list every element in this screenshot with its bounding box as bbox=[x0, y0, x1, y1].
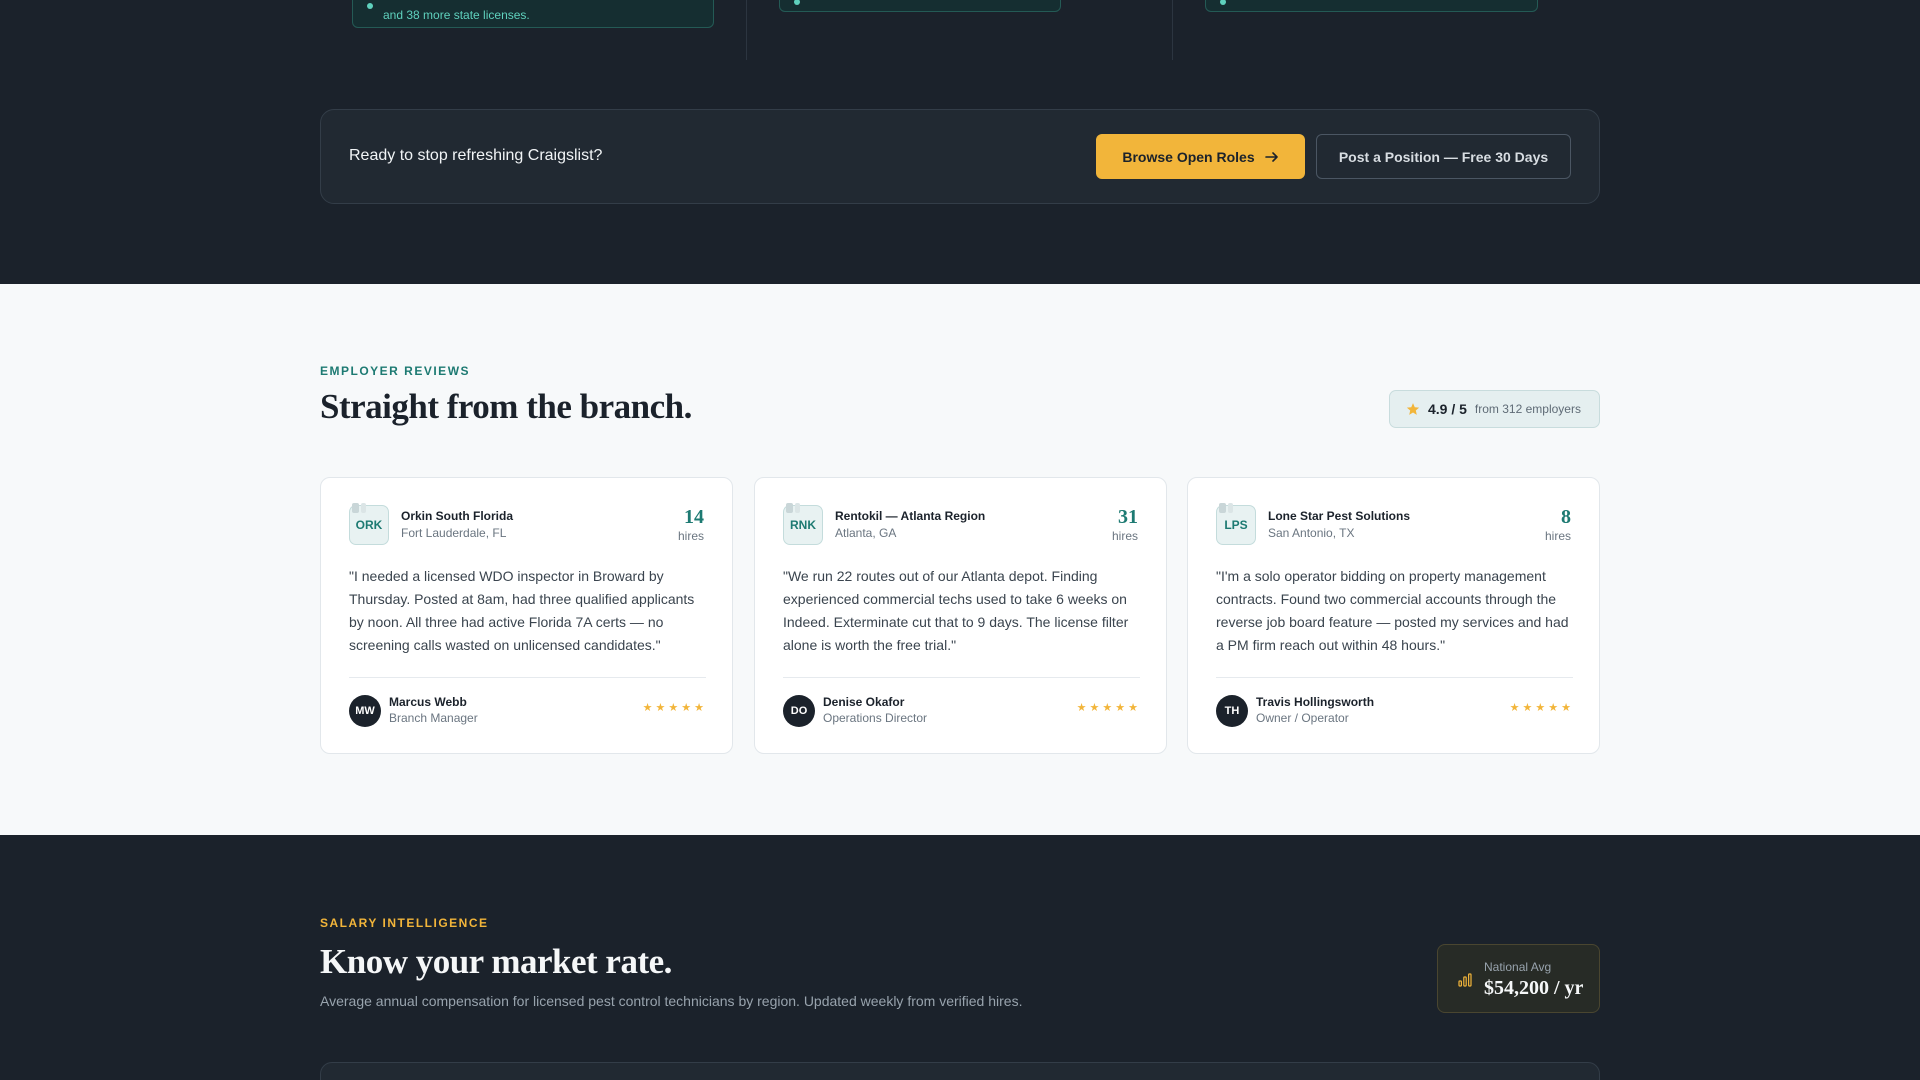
bullet-dot-icon bbox=[367, 3, 373, 9]
bullet-dot-icon bbox=[794, 0, 800, 5]
rating-summary: 4.9 / 5 from 312 employers bbox=[1389, 390, 1600, 428]
company-location: Atlanta, GA bbox=[835, 526, 897, 540]
company-logo: LPS bbox=[1216, 503, 1256, 545]
hires-count: 14 bbox=[684, 506, 704, 528]
review-card: RNK Rentokil — Atlanta Region Atlanta, G… bbox=[754, 477, 1167, 754]
review-quote: "I'm a solo operator bidding on property… bbox=[1216, 568, 1569, 653]
review-card: LPS Lone Star Pest Solutions San Antonio… bbox=[1187, 477, 1600, 754]
review-card: ORK Orkin South Florida Fort Lauderdale,… bbox=[320, 477, 733, 754]
salary-intelligence-section: SALARY INTELLIGENCE Know your market rat… bbox=[0, 835, 1920, 1080]
review-quote: "We run 22 routes out of our Atlanta dep… bbox=[783, 568, 1129, 653]
national-average-label: National Avg bbox=[1484, 960, 1552, 974]
company-name: Lone Star Pest Solutions bbox=[1268, 509, 1411, 523]
avatar: DO bbox=[783, 695, 815, 727]
feature-note bbox=[1205, 0, 1538, 12]
star-icon: ★ bbox=[655, 702, 666, 714]
hires-count: 31 bbox=[1118, 506, 1138, 528]
browse-open-roles-label: Browse Open Roles bbox=[1122, 148, 1255, 165]
reviewer-name: Travis Hollingsworth bbox=[1256, 695, 1375, 709]
star-rating: ★ ★ ★ ★ ★ bbox=[1510, 703, 1571, 714]
card-divider bbox=[1216, 677, 1573, 678]
rating-count: from 312 employers bbox=[1474, 402, 1581, 416]
card-divider bbox=[349, 677, 706, 678]
star-icon: ★ bbox=[1128, 702, 1138, 714]
star-icon: ★ bbox=[1102, 702, 1113, 714]
star-icon: ★ bbox=[1522, 702, 1533, 714]
reviewer-name: Denise Okafor bbox=[823, 695, 905, 709]
star-icon: ★ bbox=[668, 702, 679, 714]
reviewer-name: Marcus Webb bbox=[389, 695, 467, 709]
feature-note-text: and 38 more state licenses. bbox=[383, 8, 530, 22]
company-location: Fort Lauderdale, FL bbox=[401, 526, 507, 540]
star-icon: ★ bbox=[681, 702, 692, 714]
cta-text: Ready to stop refreshing Craigslist? bbox=[349, 147, 603, 164]
company-name: Rentokil — Atlanta Region bbox=[835, 509, 986, 523]
star-icon: ★ bbox=[1089, 702, 1100, 714]
hires-label: hires bbox=[1111, 529, 1138, 543]
section-title: Know your market rate. bbox=[320, 942, 672, 981]
section-title: Straight from the branch. bbox=[320, 387, 692, 426]
bullet-dot-icon bbox=[1220, 0, 1226, 5]
star-rating: ★ ★ ★ ★ ★ bbox=[643, 703, 704, 714]
arrow-right-icon bbox=[1264, 151, 1278, 162]
star-icon: ★ bbox=[1561, 702, 1571, 714]
card-divider bbox=[783, 677, 1140, 678]
company-location: San Antonio, TX bbox=[1268, 526, 1355, 540]
column-divider bbox=[1172, 0, 1173, 60]
hires-count: 8 bbox=[1561, 506, 1571, 528]
star-icon: ★ bbox=[1535, 702, 1546, 714]
company-name: Orkin South Florida bbox=[401, 509, 514, 523]
section-eyebrow: EMPLOYER REVIEWS bbox=[320, 364, 471, 378]
star-icon: ★ bbox=[694, 702, 704, 714]
national-average-card: National Avg $54,200 / yr bbox=[1437, 944, 1600, 1013]
national-average-value: $54,200 / yr bbox=[1484, 977, 1584, 999]
employer-reviews-section: EMPLOYER REVIEWS Straight from the branc… bbox=[0, 284, 1920, 835]
hires-label: hires bbox=[1544, 529, 1571, 543]
review-quote: "I needed a licensed WDO inspector in Br… bbox=[349, 568, 695, 653]
star-rating: ★ ★ ★ ★ ★ bbox=[1077, 703, 1138, 714]
reviewer-role: Branch Manager bbox=[389, 711, 478, 725]
star-icon: ★ bbox=[1509, 702, 1520, 714]
cta-banner: Ready to stop refreshing Craigslist? Bro… bbox=[320, 109, 1600, 204]
avatar: TH bbox=[1216, 695, 1248, 727]
reviewer-role: Operations Director bbox=[823, 711, 928, 725]
star-icon: ★ bbox=[1548, 702, 1559, 714]
company-logo: ORK bbox=[349, 503, 389, 545]
avatar: MW bbox=[349, 695, 381, 727]
feature-note: and 38 more state licenses. bbox=[352, 0, 714, 28]
post-position-button[interactable]: Post a Position — Free 30 Days bbox=[1316, 134, 1571, 179]
column-divider bbox=[746, 0, 747, 60]
salary-table-panel bbox=[320, 1062, 1600, 1080]
star-icon bbox=[1406, 403, 1420, 415]
rating-score: 4.9 / 5 bbox=[1428, 401, 1467, 417]
hires-label: hires bbox=[677, 529, 704, 543]
star-icon: ★ bbox=[1115, 702, 1126, 714]
browse-open-roles-button[interactable]: Browse Open Roles bbox=[1096, 134, 1305, 179]
star-icon: ★ bbox=[642, 702, 653, 714]
reviewer-role: Owner / Operator bbox=[1256, 711, 1349, 725]
bar-chart-icon bbox=[1458, 973, 1472, 987]
top-band: and 38 more state licenses. Ready to sto… bbox=[0, 0, 1920, 284]
feature-note bbox=[779, 0, 1061, 12]
company-logo: RNK bbox=[783, 503, 823, 545]
star-icon: ★ bbox=[1076, 702, 1087, 714]
section-eyebrow: SALARY INTELLIGENCE bbox=[320, 916, 489, 930]
section-subtitle: Average annual compensation for licensed… bbox=[320, 993, 1023, 1009]
